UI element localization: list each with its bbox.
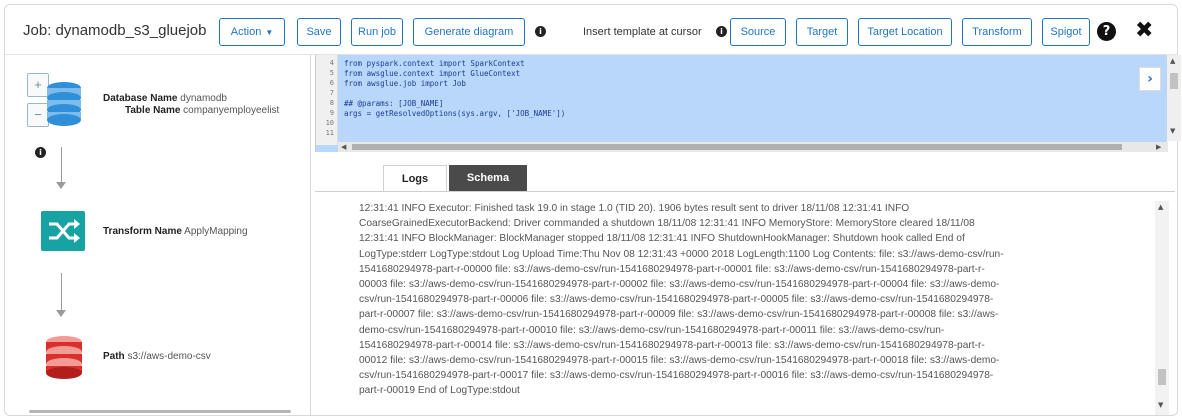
spigot-template-button[interactable]: Spigot bbox=[1042, 18, 1090, 46]
run-job-button[interactable]: Run job bbox=[351, 18, 403, 46]
scroll-right-icon[interactable]: ▶ bbox=[1156, 143, 1161, 151]
code-line[interactable]: args = getResolvedOptions(sys.argv, ['JO… bbox=[344, 109, 565, 118]
transform-name-value: ApplyMapping bbox=[184, 226, 248, 237]
scroll-thumb[interactable] bbox=[1170, 73, 1178, 89]
database-name-key: Database Name bbox=[103, 93, 178, 104]
edge-line bbox=[61, 147, 62, 183]
horizontal-scrollbar[interactable] bbox=[29, 410, 291, 413]
log-line: csv/run-1541680294978-part-r-00017 file:… bbox=[359, 370, 994, 382]
generate-diagram-button[interactable]: Generate diagram bbox=[413, 18, 525, 46]
line-number: 11 bbox=[325, 129, 334, 137]
scroll-up-icon[interactable]: ▲ bbox=[1158, 203, 1163, 211]
target-path-key: Path bbox=[103, 351, 125, 362]
source-database-name: Database Name dynamodb bbox=[103, 93, 227, 104]
log-line: 00012 file: s3://aws-demo-csv/run-154168… bbox=[359, 355, 1000, 367]
line-number: 8 bbox=[329, 99, 334, 107]
editor-horizontal-scrollbar[interactable]: ◀ ▶ bbox=[338, 142, 1168, 152]
code-line[interactable]: from pyspark.context import SparkContext bbox=[344, 59, 525, 68]
transform-name: Transform Name ApplyMapping bbox=[103, 226, 248, 237]
log-line: demo-csv/run-1541680294978-part-r-00010 … bbox=[359, 324, 945, 336]
transform-name-key: Transform Name bbox=[103, 226, 182, 237]
log-line: part-r-00019 End of LogType:stdout bbox=[359, 385, 520, 397]
save-button[interactable]: Save bbox=[297, 18, 341, 46]
scroll-left-icon[interactable]: ◀ bbox=[341, 143, 346, 151]
edge-line bbox=[61, 273, 62, 311]
info-icon[interactable]: i bbox=[35, 147, 46, 158]
target-location-template-button[interactable]: Target Location bbox=[858, 18, 952, 46]
log-line: part-r-00007 file: s3://aws-demo-csv/run… bbox=[359, 309, 999, 321]
insert-template-label: Insert template at cursor bbox=[583, 26, 702, 38]
tab-divider bbox=[315, 191, 1175, 192]
table-name-value: companyemployeelist bbox=[183, 105, 280, 116]
close-icon[interactable]: ✖ bbox=[1135, 19, 1153, 43]
logs-vertical-scrollbar[interactable]: ▲ ▼ bbox=[1155, 201, 1169, 415]
code-line[interactable]: from awsglue.context import GlueContext bbox=[344, 69, 520, 78]
log-output: 12:31:41 INFO Executor: Finished task 19… bbox=[359, 201, 1109, 399]
log-line: 1541680294978-part-r-00014 file: s3://aw… bbox=[359, 339, 985, 351]
line-number: 4 bbox=[329, 59, 334, 67]
line-number: 6 bbox=[329, 79, 334, 87]
log-line: 1541680294978-part-r-00000 file: s3://aw… bbox=[359, 263, 985, 275]
s3-bucket-icon[interactable] bbox=[43, 335, 85, 379]
glue-job-editor-window: Job: dynamodb_s3_gluejob Action ▼ Save Ru… bbox=[4, 4, 1181, 416]
log-line: CoarseGrainedExecutorBackend: Driver com… bbox=[359, 218, 975, 230]
code-line[interactable]: from awsglue.job import Job bbox=[344, 79, 466, 88]
log-line: LogType:stderr LogType:stdout Log Upload… bbox=[359, 248, 1004, 260]
scroll-up-icon[interactable]: ▲ bbox=[1170, 57, 1175, 65]
target-template-button[interactable]: Target bbox=[796, 18, 848, 46]
code-line[interactable]: ## @params: [JOB_NAME] bbox=[344, 99, 443, 108]
line-number-gutter: 4 5 6 7 8 9 10 11 bbox=[316, 55, 338, 145]
target-path-value: s3://aws-demo-csv bbox=[127, 351, 211, 362]
line-number: 5 bbox=[329, 69, 334, 77]
log-line: 00003 file: s3://aws-demo-csv/run-154168… bbox=[359, 279, 1000, 291]
source-table-name: Table Name companyemployeelist bbox=[125, 105, 279, 116]
action-dropdown-button[interactable]: Action ▼ bbox=[219, 18, 285, 46]
editor-vertical-scrollbar[interactable]: ▲ ▼ bbox=[1167, 55, 1181, 141]
shuffle-icon[interactable] bbox=[41, 211, 85, 251]
scroll-down-icon[interactable]: ▼ bbox=[1170, 127, 1175, 135]
script-editor[interactable]: 4 5 6 7 8 9 10 11 from pyspark.context i… bbox=[315, 55, 1181, 152]
action-label: Action bbox=[230, 26, 262, 38]
log-line: 12:31:41 INFO BlockManager: BlockManager… bbox=[359, 233, 965, 245]
scroll-down-icon[interactable]: ▼ bbox=[1158, 401, 1163, 409]
job-diagram-panel: + − Database Name dynamodb Table Name co… bbox=[5, 55, 311, 415]
tab-schema[interactable]: Schema bbox=[449, 165, 527, 191]
database-name-value: dynamodb bbox=[180, 93, 227, 104]
target-path: Path s3://aws-demo-csv bbox=[103, 351, 211, 362]
scroll-thumb[interactable] bbox=[352, 144, 1122, 150]
question-circle-icon[interactable]: ? bbox=[1097, 22, 1116, 41]
arrow-down-icon bbox=[56, 182, 66, 189]
log-line: csv/run-1541680294978-part-r-00006 file:… bbox=[359, 294, 994, 306]
info-icon[interactable]: i bbox=[716, 26, 727, 37]
log-line: 12:31:41 INFO Executor: Finished task 19… bbox=[359, 203, 910, 214]
tab-logs[interactable]: Logs bbox=[383, 165, 447, 191]
source-template-button[interactable]: Source bbox=[730, 18, 786, 46]
line-number: 9 bbox=[329, 109, 334, 117]
expand-chevron-icon[interactable]: › bbox=[1139, 67, 1161, 91]
line-number: 10 bbox=[325, 119, 334, 127]
caret-down-icon: ▼ bbox=[265, 28, 274, 37]
scroll-thumb[interactable] bbox=[1158, 369, 1166, 385]
job-title: Job: dynamodb_s3_gluejob bbox=[23, 22, 207, 39]
info-icon[interactable]: i bbox=[535, 26, 546, 37]
table-name-key: Table Name bbox=[125, 105, 181, 116]
database-icon[interactable] bbox=[45, 81, 83, 127]
line-number: 7 bbox=[329, 89, 334, 97]
toolbar: Job: dynamodb_s3_gluejob Action ▼ Save Ru… bbox=[5, 5, 1177, 55]
arrow-down-icon bbox=[56, 310, 66, 317]
transform-template-button[interactable]: Transform bbox=[962, 18, 1032, 46]
